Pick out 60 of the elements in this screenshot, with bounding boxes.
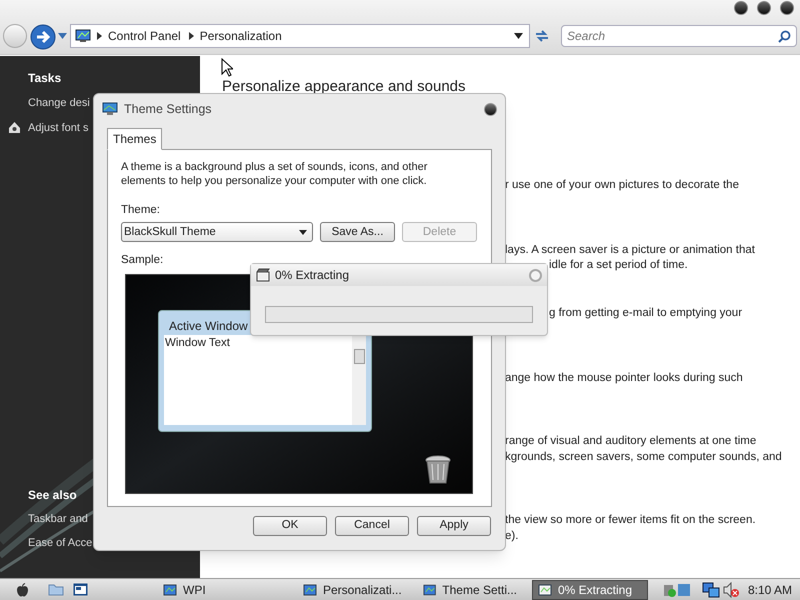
window-title: 0% Extracting (275, 267, 350, 284)
description-text: the view so more or fewer items fit on the screen. (505, 513, 756, 528)
clapperboard-icon (256, 268, 270, 282)
sidebar-link[interactable]: Taskbar and (28, 511, 88, 528)
description-text: A theme is a background plus a set of sounds, icons, and other elements to help you personalize your computer with one click. (121, 160, 428, 188)
sidebar-link[interactable]: Adjust font s (28, 120, 89, 136)
forward-button[interactable] (30, 24, 56, 50)
taskbar-button[interactable]: WPI (158, 580, 238, 600)
description-text: g from getting e-mail to emptying your (549, 306, 742, 321)
preview-title: Active Window (168, 318, 249, 334)
network-icon[interactable] (702, 582, 720, 598)
breadcrumb-arrow-icon[interactable] (188, 32, 194, 40)
sidebar-link[interactable]: Change desi (28, 95, 90, 112)
description-text: ange how the mouse pointer looks during such (505, 371, 743, 386)
dialog-button[interactable]: Cancel (335, 516, 409, 536)
search-field[interactable]: Search (561, 25, 797, 47)
tray-icon[interactable] (662, 582, 691, 598)
breadcrumb-arrow-icon[interactable] (97, 32, 102, 40)
sidebar-heading: See also (28, 487, 77, 504)
program-icon (303, 582, 317, 596)
page-heading: Personalize appearance and sounds (222, 77, 466, 97)
dialog-button[interactable]: OK (253, 516, 327, 536)
program-icon (538, 582, 552, 596)
description-text: r use one of your own pictures to decorate the (505, 178, 739, 193)
taskbar-button[interactable]: Personalizati... (298, 580, 410, 600)
theme-dropdown[interactable]: BlackSkull Theme (121, 222, 313, 242)
dropdown-arrow-icon[interactable] (299, 230, 307, 235)
trash-bin-icon (425, 454, 451, 484)
monitor-icon (102, 102, 118, 116)
control-panel-icon (75, 29, 91, 43)
dialog-button[interactable]: Save As... (320, 222, 395, 242)
program-icon (163, 582, 177, 596)
apple-icon[interactable] (16, 582, 29, 596)
search-icon[interactable] (778, 30, 791, 43)
breadcrumb-item[interactable]: Control Panel (108, 27, 183, 45)
muted-speaker-icon[interactable] (722, 582, 739, 598)
sidebar-link[interactable]: Ease of Acce (28, 535, 92, 552)
window-title: Theme Settings (124, 100, 212, 118)
refresh-icon[interactable] (534, 29, 550, 43)
taskbar-button[interactable]: Theme Setti... (418, 580, 522, 600)
preview-text: Window Text (164, 336, 231, 350)
description-text: lays. A screen saver is a picture or animation that (505, 243, 755, 258)
sidebar-heading: Tasks (28, 70, 62, 87)
folder-icon[interactable] (48, 583, 64, 596)
cursor-icon (221, 58, 233, 77)
field-label: Theme: (121, 203, 160, 218)
description-text: kgrounds, screen savers, some computer sounds, and (505, 450, 782, 465)
description-text: idle for a set period of time. (549, 258, 688, 273)
tab[interactable]: Themes (107, 128, 162, 150)
field-label: Sample: (121, 253, 164, 268)
taskbar-button[interactable]: 0% Extracting (532, 580, 648, 600)
window-icon[interactable] (73, 583, 88, 596)
program-icon (423, 582, 436, 596)
address-bar[interactable]: Control Panel Personalization (70, 24, 530, 48)
dialog-button[interactable]: Apply (417, 516, 491, 536)
dropdown-arrow-icon[interactable] (514, 33, 523, 39)
close-button[interactable] (484, 102, 497, 116)
clock: 8:10 AM (748, 582, 792, 598)
description-text: range of visual and auditory elements at one time (505, 434, 756, 449)
breadcrumb-item[interactable]: Personalization (200, 27, 284, 45)
